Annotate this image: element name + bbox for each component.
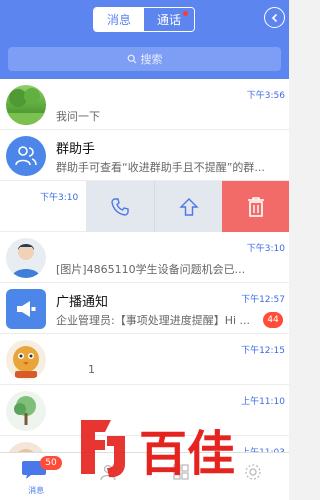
conversation-preview: [图片]4865110学生设备问题机会已... <box>56 263 246 276</box>
conversation-time: 下午12:15 <box>241 346 285 356</box>
search-placeholder: 搜索 <box>140 53 163 66</box>
list-item[interactable]: 我问一下 下午3:56 <box>0 79 289 130</box>
list-item[interactable]: 广播通知 企业管理员:【事项处理进度提醒】Hi ... 下午12:57 44 <box>0 283 289 334</box>
megaphone-icon <box>17 301 36 317</box>
avatar <box>6 85 46 125</box>
list-item[interactable]: 1 下午12:15 <box>0 334 289 385</box>
unread-badge: 44 <box>263 312 283 328</box>
list-item-swiped[interactable]: 下午3:10 <box>0 181 289 232</box>
conversation-preview: 企业管理员:【事项处理进度提醒】Hi ... <box>56 314 251 327</box>
pin-to-top-button[interactable] <box>154 181 222 232</box>
avatar <box>6 238 46 278</box>
tab-unread-badge: 50 <box>40 456 62 470</box>
conversation-preview: 我问一下 <box>56 110 100 123</box>
conversation-time: 下午3:10 <box>40 193 79 203</box>
conversation-time: 下午3:56 <box>246 91 285 101</box>
chevron-left-icon <box>271 13 277 22</box>
list-item[interactable]: [图片]4865110学生设备问题机会已... 下午3:10 <box>0 232 289 283</box>
apps-icon <box>172 464 189 480</box>
broadcast-avatar <box>6 289 46 329</box>
bottom-tab-bar: 50 消息 <box>0 452 289 500</box>
tab-calls-label: 通话 <box>156 13 181 27</box>
group-assistant-avatar <box>6 136 46 176</box>
tab-contacts[interactable] <box>72 453 144 500</box>
phone-icon <box>111 197 129 216</box>
avatar <box>6 340 46 380</box>
unread-dot <box>183 11 188 16</box>
conversation-time: 下午3:10 <box>246 244 285 254</box>
call-button[interactable] <box>86 181 154 232</box>
tab-apps[interactable] <box>145 453 217 500</box>
tab-messages[interactable]: 消息 <box>94 8 144 31</box>
tab-messages-label: 消息 <box>28 486 45 495</box>
avatar <box>6 391 46 431</box>
back-button[interactable] <box>264 7 285 28</box>
conversation-preview: 1 <box>88 363 95 376</box>
arrow-up-icon <box>178 197 199 216</box>
settings-icon <box>245 464 261 480</box>
segmented-control: 消息 通话 <box>93 7 195 32</box>
list-item[interactable]: 上午11:10 <box>0 385 289 436</box>
contacts-icon <box>100 464 117 481</box>
search-icon <box>127 54 136 64</box>
tab-messages-bottom[interactable]: 50 消息 <box>0 453 72 500</box>
list-item[interactable]: 群助手 群助手可查看“收进群助手且不提醒”的群... <box>0 130 289 181</box>
people-icon <box>15 146 37 166</box>
tab-settings[interactable] <box>217 453 289 500</box>
conversation-preview: 群助手可查看“收进群助手且不提醒”的群... <box>56 161 265 174</box>
conversation-title: 群助手 <box>56 142 96 157</box>
delete-button[interactable] <box>222 181 289 232</box>
search-input[interactable]: 搜索 <box>8 47 281 71</box>
conversation-time: 下午12:57 <box>241 295 285 305</box>
tab-calls[interactable]: 通话 <box>144 8 194 31</box>
conversation-time: 上午11:10 <box>241 397 285 407</box>
header-bar: 消息 通话 搜索 <box>0 0 289 79</box>
trash-icon <box>247 196 264 217</box>
conversation-title: 广播通知 <box>56 295 109 310</box>
swipe-actions <box>86 181 289 232</box>
